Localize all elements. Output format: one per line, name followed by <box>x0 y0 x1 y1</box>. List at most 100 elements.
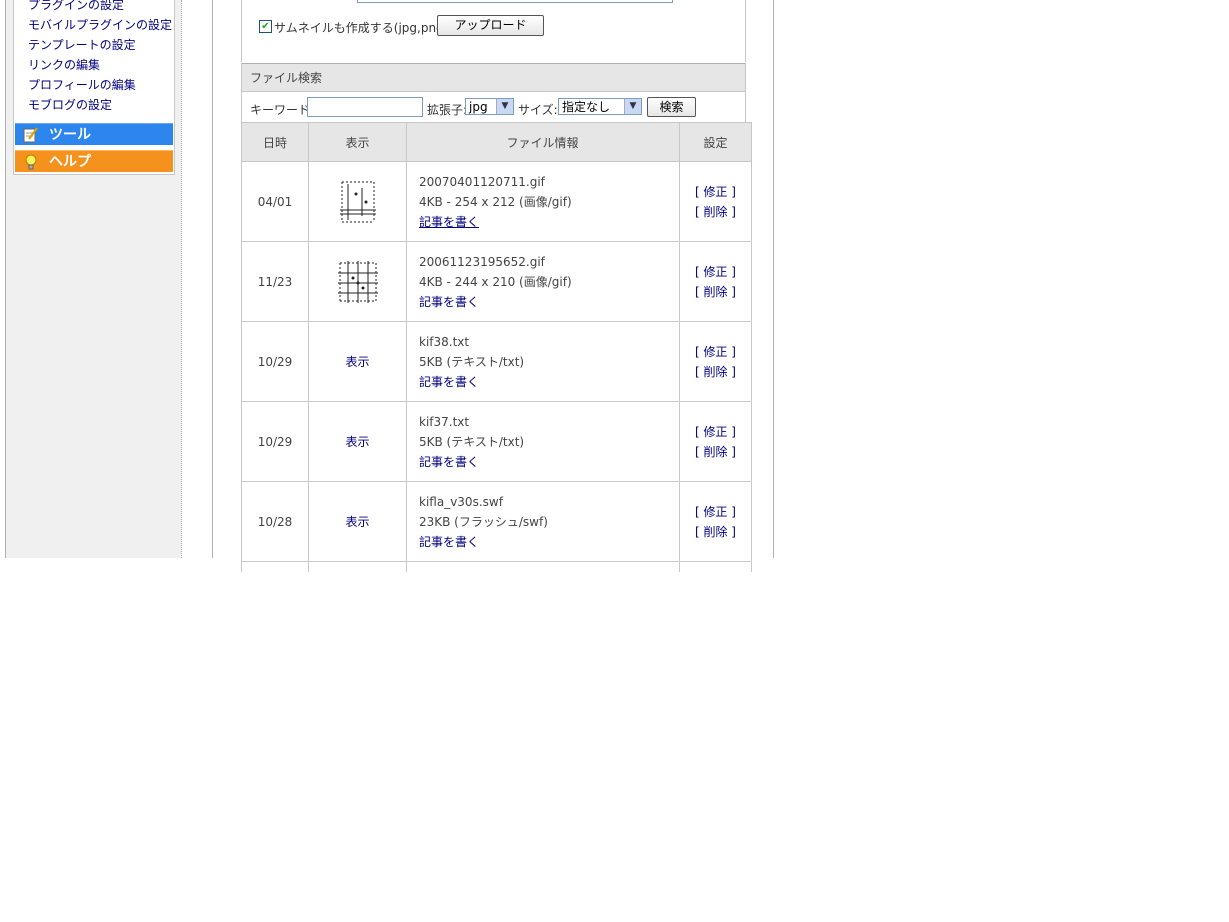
keyword-input[interactable] <box>307 97 423 117</box>
delete-link[interactable]: [ 削除 ] <box>695 285 736 299</box>
header-settings: 設定 <box>679 122 752 162</box>
menu-item-template-settings[interactable]: テンプレートの設定 <box>28 35 172 55</box>
row-thumbnail[interactable] <box>308 241 407 322</box>
thumbnail-image[interactable] <box>336 259 380 305</box>
delete-link[interactable]: [ 削除 ] <box>695 205 736 219</box>
notepad-pencil-icon <box>23 127 38 143</box>
size-select[interactable]: 指定なし ▼ <box>558 98 642 115</box>
extension-select[interactable]: jpg ▼ <box>465 98 514 115</box>
row-settings: [ 修正 ] [ 削除 ] <box>679 481 752 562</box>
menu-item-mobile-plugin-settings[interactable]: モバイルプラグインの設定 <box>28 15 172 35</box>
file-path-input[interactable] <box>357 0 673 3</box>
row-view: 表示 <box>308 321 407 402</box>
edit-link[interactable]: [ 修正 ] <box>695 345 736 359</box>
thumbnail-image[interactable] <box>336 180 380 224</box>
menu-link[interactable]: リンクの編集 <box>28 58 100 72</box>
upload-section: ✔ サムネイルも作成する(jpg,png) アップロード <box>241 0 746 62</box>
menu-item-link-edit[interactable]: リンクの編集 <box>28 55 172 75</box>
row-date: 10/29 <box>241 321 309 402</box>
row-view: 表示 <box>308 401 407 482</box>
row-file-info: 20070401120711.gif 4KB - 254 x 212 (画像/g… <box>406 161 680 242</box>
left-sidebar: プラグインの設定 モバイルプラグインの設定 テンプレートの設定 リンクの編集 プ… <box>5 0 182 558</box>
size-label: サイズ: <box>518 103 558 117</box>
row-file-info: kif38.txt 5KB (テキスト/txt) 記事を書く <box>406 321 680 402</box>
menu-item-profile-edit[interactable]: プロフィールの編集 <box>28 75 172 95</box>
write-article-link[interactable]: 記事を書く <box>419 215 479 229</box>
menu-link[interactable]: プラグインの設定 <box>28 0 124 12</box>
search-button[interactable]: 検索 <box>647 97 696 117</box>
menu-link[interactable]: プロフィールの編集 <box>28 78 136 92</box>
view-link[interactable]: 表示 <box>345 435 369 449</box>
table-row: 11/23 20061123195652.gif 4KB - 244 x 210… <box>241 241 752 322</box>
row-date: 04/01 <box>241 161 309 242</box>
delete-link[interactable]: [ 削除 ] <box>695 365 736 379</box>
file-meta: 4KB - 254 x 212 (画像/gif) <box>419 194 572 209</box>
write-article-link[interactable]: 記事を書く <box>419 535 479 549</box>
row-date: 10/28 <box>241 481 309 562</box>
row-settings: [ 修正 ] [ 削除 ] <box>679 321 752 402</box>
file-name: kif37.txt <box>419 414 470 429</box>
row-file-info: kif37.txt 5KB (テキスト/txt) 記事を書く <box>406 401 680 482</box>
file-meta: 4KB - 244 x 210 (画像/gif) <box>419 274 572 289</box>
file-name: 20070401120711.gif <box>419 174 545 189</box>
edit-link[interactable]: [ 修正 ] <box>695 505 736 519</box>
menu-link[interactable]: モブログの設定 <box>28 98 112 112</box>
row-settings: [ 修正 ] [ 削除 ] <box>679 241 752 322</box>
edit-link[interactable]: [ 修正 ] <box>695 425 736 439</box>
edit-link[interactable]: [ 修正 ] <box>695 265 736 279</box>
edit-link[interactable]: [ 修正 ] <box>695 185 736 199</box>
write-article-link[interactable]: 記事を書く <box>419 295 479 309</box>
row-settings: [ 修正 ] [ 削除 ] <box>679 161 752 242</box>
thumbnail-checkbox[interactable]: ✔ <box>259 20 272 33</box>
row-thumbnail[interactable] <box>308 161 407 242</box>
file-name: kif38.txt <box>419 334 470 349</box>
row-stub-cell <box>241 561 309 572</box>
settings-menu-list: プラグインの設定 モバイルプラグインの設定 テンプレートの設定 リンクの編集 プ… <box>28 0 172 115</box>
file-meta: 5KB (テキスト/txt) <box>419 354 525 369</box>
lightbulb-icon <box>25 154 37 170</box>
menu-item-plugin-settings[interactable]: プラグインの設定 <box>28 0 172 15</box>
row-stub-cell <box>679 561 752 572</box>
file-meta: 5KB (テキスト/txt) <box>419 434 525 449</box>
chevron-down-icon: ▼ <box>624 99 641 114</box>
header-date: 日時 <box>241 122 309 162</box>
table-row: 10/29 表示 kif37.txt 5KB (テキスト/txt) 記事を書く … <box>241 401 752 482</box>
row-file-info: 20061123195652.gif 4KB - 244 x 210 (画像/g… <box>406 241 680 322</box>
keyword-label: キーワード: <box>250 103 315 117</box>
table-row: 10/28 表示 kifla_v30s.swf 23KB (フラッシュ/swf)… <box>241 481 752 562</box>
row-settings: [ 修正 ] [ 削除 ] <box>679 401 752 482</box>
search-row: キーワード: 拡張子: jpg ▼ サイズ: 指定なし ▼ 検索 <box>242 93 745 122</box>
menu-item-moblog-settings[interactable]: モブログの設定 <box>28 95 172 115</box>
view-link[interactable]: 表示 <box>345 515 369 529</box>
row-stub-cell <box>308 561 407 572</box>
write-article-link[interactable]: 記事を書く <box>419 455 479 469</box>
header-view: 表示 <box>308 122 407 162</box>
view-link[interactable]: 表示 <box>345 355 369 369</box>
nav-help-button[interactable]: ヘルプ <box>15 150 173 172</box>
write-article-link[interactable]: 記事を書く <box>419 375 479 389</box>
row-date: 11/23 <box>241 241 309 322</box>
upload-button[interactable]: アップロード <box>437 15 544 36</box>
delete-link[interactable]: [ 削除 ] <box>695 525 736 539</box>
nav-tools-label: ツール <box>49 127 91 143</box>
file-name: 20061123195652.gif <box>419 254 545 269</box>
extension-select-value: jpg <box>469 100 488 114</box>
delete-link[interactable]: [ 削除 ] <box>695 445 736 459</box>
size-select-value: 指定なし <box>562 100 611 114</box>
menu-link[interactable]: モバイルプラグインの設定 <box>28 18 172 32</box>
table-row-partial <box>241 561 752 572</box>
table-row: 10/29 表示 kif38.txt 5KB (テキスト/txt) 記事を書く … <box>241 321 752 402</box>
row-view: 表示 <box>308 481 407 562</box>
row-file-info: kifla_v30s.swf 23KB (フラッシュ/swf) 記事を書く <box>406 481 680 562</box>
row-date: 10/29 <box>241 401 309 482</box>
settings-menu: プラグインの設定 モバイルプラグインの設定 テンプレートの設定 リンクの編集 プ… <box>13 0 175 175</box>
row-stub-cell <box>406 561 680 572</box>
table-header-row: 日時 表示 ファイル情報 設定 <box>241 122 752 162</box>
chevron-down-icon: ▼ <box>496 99 513 114</box>
nav-tools-button[interactable]: ツール <box>15 123 173 145</box>
nav-help-label: ヘルプ <box>49 154 91 170</box>
file-search-section: ファイル検索 キーワード: 拡張子: jpg ▼ サイズ: 指定なし ▼ 検索 <box>241 63 746 123</box>
menu-link[interactable]: テンプレートの設定 <box>28 38 136 52</box>
extension-label: 拡張子: <box>427 103 468 117</box>
table-row: 04/01 20070401120711.gif 4KB - 254 x 212… <box>241 161 752 242</box>
